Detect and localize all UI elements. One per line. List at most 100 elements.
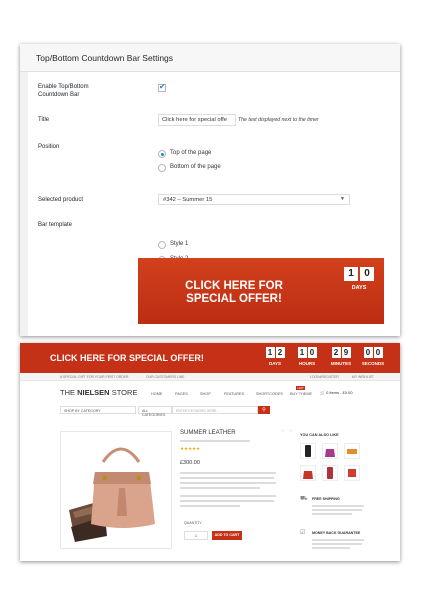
product-image[interactable] — [60, 431, 172, 549]
logo-suffix: STORE — [111, 388, 138, 397]
countdown-digit: 1 — [265, 347, 275, 358]
countdown-minutes: 29 MINUTES — [328, 347, 354, 366]
related-thumb[interactable] — [300, 465, 316, 481]
bag-icon — [325, 449, 335, 457]
phone-icon — [327, 467, 333, 479]
topbar-wishlist[interactable]: MY WISHLIST — [352, 375, 374, 379]
description-line — [180, 505, 240, 507]
nav-buy-theme[interactable]: BUY THEME — [290, 392, 312, 396]
nav-pages[interactable]: PAGES — [175, 392, 188, 396]
nav-home[interactable]: HOME — [151, 392, 162, 396]
quantity-stepper[interactable]: 1 — [184, 531, 208, 540]
product-title: SUMMER LEATHER — [180, 430, 236, 436]
enable-label: Enable Top/Bottom Countdown Bar — [38, 84, 89, 98]
product-price: £300.00 — [180, 460, 200, 466]
preview-days-label: DAYS — [351, 285, 367, 291]
preview-offer-text: CLICK HERE FOR SPECIAL OFFER! — [185, 280, 283, 305]
description-line — [180, 477, 274, 479]
related-thumb[interactable] — [322, 465, 338, 481]
description-line — [180, 472, 276, 474]
gallery-next-icon[interactable]: › — [290, 428, 292, 434]
countdown-digit: 0 — [363, 347, 373, 358]
countdown-unit: MINUTES — [330, 361, 352, 366]
phone-icon — [305, 445, 311, 457]
topbar-promo[interactable]: A SPECIAL GIFT FOR YOUR FIRST ORDER — [60, 375, 128, 379]
cart-icon: 🛒 — [320, 390, 325, 395]
check-icon: ✔ — [159, 82, 166, 91]
template-style1-label[interactable]: Style 1 — [170, 241, 188, 247]
position-bottom-radio[interactable] — [158, 164, 166, 172]
title-input[interactable]: Click here for special offe — [158, 114, 236, 126]
rating-stars: ★★★★★ — [180, 446, 201, 451]
all-categories-select[interactable]: ALL CATEGORIES — [138, 406, 172, 417]
caret-down-icon: ▼ — [340, 196, 345, 202]
countdown-digit: 2 — [275, 347, 285, 358]
countdown-unit: HOURS — [298, 361, 316, 366]
countdown-digit: 9 — [341, 347, 351, 358]
description-line — [180, 495, 276, 497]
feature-text-line — [312, 513, 352, 515]
search-icon: ⚲ — [262, 407, 266, 413]
countdown-digit: 2 — [331, 347, 341, 358]
countdown-bar: CLICK HERE FOR SPECIAL OFFER! 12 DAYS 10… — [20, 343, 400, 373]
cart-total: 0 items - £0.00 — [326, 390, 353, 395]
feature-money-back: MONEY BACK GUARANTEE — [312, 531, 361, 535]
preview-countdown: 1 0 DAYS — [344, 267, 374, 291]
countdown-hours: 10 HOURS — [294, 347, 320, 366]
feature-text-line — [312, 539, 364, 541]
product-label: Selected product — [38, 197, 84, 203]
product-select-value: #342 – Summer 15 — [163, 196, 213, 203]
hot-badge: HOT — [296, 386, 306, 390]
title-note: The text displayed next to the timer — [238, 117, 319, 123]
store-logo[interactable]: THE NIELSEN STORE — [60, 388, 137, 397]
feature-text-line — [312, 547, 350, 549]
product-illustration — [69, 447, 155, 542]
countdown-digit: 1 — [297, 347, 307, 358]
breadcrumb-line — [180, 440, 250, 442]
shield-icon: ☑ — [300, 530, 306, 536]
chair-icon — [348, 469, 356, 477]
position-top-radio[interactable] — [158, 150, 166, 158]
related-thumb[interactable] — [344, 443, 360, 459]
description-line — [180, 482, 276, 484]
add-to-cart-button[interactable]: ADD TO CART — [212, 531, 242, 540]
description-line — [180, 500, 274, 502]
template-style1-radio[interactable] — [158, 241, 166, 249]
search-input[interactable]: ENTER KEYWORD HERE... — [172, 406, 258, 414]
countdown-seconds: 00 SECONDS — [360, 347, 386, 366]
nav-shortcodes[interactable]: SHORTCODES — [256, 392, 283, 396]
product-select[interactable]: #342 – Summer 15 ▼ — [158, 194, 350, 205]
related-thumb[interactable] — [344, 465, 360, 481]
topbar-login[interactable]: LOGIN/REGISTER — [310, 375, 339, 379]
quantity-label: QUANTITY — [184, 521, 202, 525]
countdown-digit: 0 — [307, 347, 317, 358]
countdown-days: 12 DAYS — [262, 347, 288, 366]
related-thumb[interactable] — [300, 443, 316, 459]
template-preview-banner: CLICK HERE FOR SPECIAL OFFER! 1 0 DAYS — [138, 258, 384, 324]
search-button[interactable]: ⚲ — [258, 406, 270, 414]
settings-panel: Top/Bottom Countdown Bar Settings Enable… — [20, 44, 400, 336]
countdown-digit: 0 — [373, 347, 383, 358]
position-bottom-label[interactable]: Bottom of the page — [170, 164, 221, 170]
title-label: Title — [38, 117, 50, 123]
feature-free-shipping: FREE SHIPPING — [312, 497, 340, 501]
furniture-icon — [347, 449, 357, 454]
store-preview-panel: CLICK HERE FOR SPECIAL OFFER! 12 DAYS 10… — [20, 343, 400, 561]
topbar-phone: OUR CUSTOMERS LINE — [146, 375, 185, 379]
category-select[interactable]: SHOP BY CATEGORY — [60, 406, 136, 414]
logo-prefix: THE — [60, 388, 75, 397]
template-label: Bar template — [38, 222, 73, 228]
nav-features[interactable]: FEATURES — [224, 392, 244, 396]
position-top-label[interactable]: Top of the page — [170, 150, 211, 156]
related-thumb[interactable] — [322, 443, 338, 459]
nav-shop[interactable]: SHOP — [200, 392, 211, 396]
cart-summary[interactable]: 🛒 0 items - £0.00 — [320, 390, 353, 395]
enable-checkbox[interactable]: ✔ — [158, 82, 166, 92]
truck-icon: ⛟ — [300, 496, 308, 502]
description-line — [180, 487, 260, 489]
logo-name: NIELSEN — [77, 388, 110, 397]
countdown-bar-text[interactable]: CLICK HERE FOR SPECIAL OFFER! — [50, 353, 204, 363]
related-title: YOU CAN ALSO LIKE — [300, 433, 339, 437]
countdown-unit: SECONDS — [361, 361, 385, 366]
gallery-prev-icon[interactable]: ‹ — [282, 428, 284, 434]
